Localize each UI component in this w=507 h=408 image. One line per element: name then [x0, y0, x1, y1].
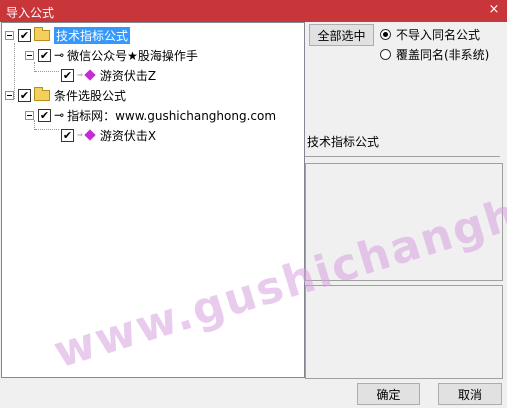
tree-checkbox[interactable]: ✔ [61, 128, 74, 142]
tree-connector [35, 129, 59, 130]
formula-gem-icon [84, 69, 96, 81]
folder-icon [34, 86, 50, 101]
tree-checkbox[interactable]: ✔ [18, 28, 31, 42]
title-bar: 导入公式 × [0, 0, 507, 22]
tree-item-tech-formulas[interactable]: ✔ 技术指标公式 [5, 26, 131, 44]
radio-button[interactable] [380, 49, 391, 60]
option-label: 覆盖同名(非系统) [396, 48, 490, 62]
select-all-button[interactable]: 全部选中 [309, 24, 374, 46]
close-button[interactable]: × [487, 1, 501, 19]
option-label: 不导入同名公式 [396, 28, 481, 42]
formula-tree[interactable]: ✔ 技术指标公式 ✔ ⊸ 微信公众号★股海操作手 ✔ ⇒ 游资伏击Z ✔ 条件选… [1, 22, 305, 378]
cancel-button[interactable]: 取消 [438, 383, 502, 405]
tree-checkbox[interactable]: ✔ [61, 68, 74, 82]
folder-icon [34, 26, 50, 41]
option-overwrite-duplicates[interactable]: 覆盖同名(非系统) [380, 46, 489, 63]
tree-item-formula-z[interactable]: ✔ ⇒ 游资伏击Z [61, 66, 156, 84]
tree-item-author[interactable]: ✔ ⊸ 微信公众号★股海操作手 [25, 46, 198, 64]
option-skip-duplicates[interactable]: 不导入同名公式 [380, 26, 480, 43]
tree-item-label: 指标网：www.gushichanghong.com [67, 108, 277, 123]
arrow-icon: ⇒ [77, 131, 83, 139]
formula-detail-box [305, 285, 503, 379]
collapse-toggle[interactable] [5, 30, 14, 40]
tree-checkbox[interactable]: ✔ [18, 88, 31, 102]
key-icon: ⊸ [54, 108, 65, 122]
collapse-toggle[interactable] [25, 50, 34, 60]
tree-item-formula-x[interactable]: ✔ ⇒ 游资伏击X [61, 126, 156, 144]
radio-button[interactable] [380, 29, 391, 40]
formula-description-box [305, 163, 503, 281]
tree-item-label: 技术指标公式 [54, 26, 131, 44]
tree-item-label: 微信公众号★股海操作手 [67, 48, 198, 63]
key-icon: ⊸ [54, 48, 65, 62]
tree-item-website[interactable]: ✔ ⊸ 指标网：www.gushichanghong.com [25, 106, 276, 124]
tree-item-label: 条件选股公式 [54, 88, 127, 103]
tree-checkbox[interactable]: ✔ [38, 108, 51, 122]
ok-button[interactable]: 确定 [357, 383, 420, 405]
collapse-toggle[interactable] [5, 90, 14, 100]
info-label: 技术指标公式 [307, 135, 380, 149]
formula-gem-icon [84, 129, 96, 141]
collapse-toggle[interactable] [25, 110, 34, 120]
tree-item-label: 游资伏击Z [99, 68, 157, 83]
window-title: 导入公式 [6, 6, 55, 20]
tree-item-label: 游资伏击X [99, 128, 157, 143]
info-header: 技术指标公式 [305, 128, 500, 157]
arrow-icon: ⇒ [77, 71, 83, 79]
tree-item-stock-screen-formulas[interactable]: ✔ 条件选股公式 [5, 86, 126, 104]
tree-connector [35, 71, 59, 72]
tree-checkbox[interactable]: ✔ [38, 48, 51, 62]
